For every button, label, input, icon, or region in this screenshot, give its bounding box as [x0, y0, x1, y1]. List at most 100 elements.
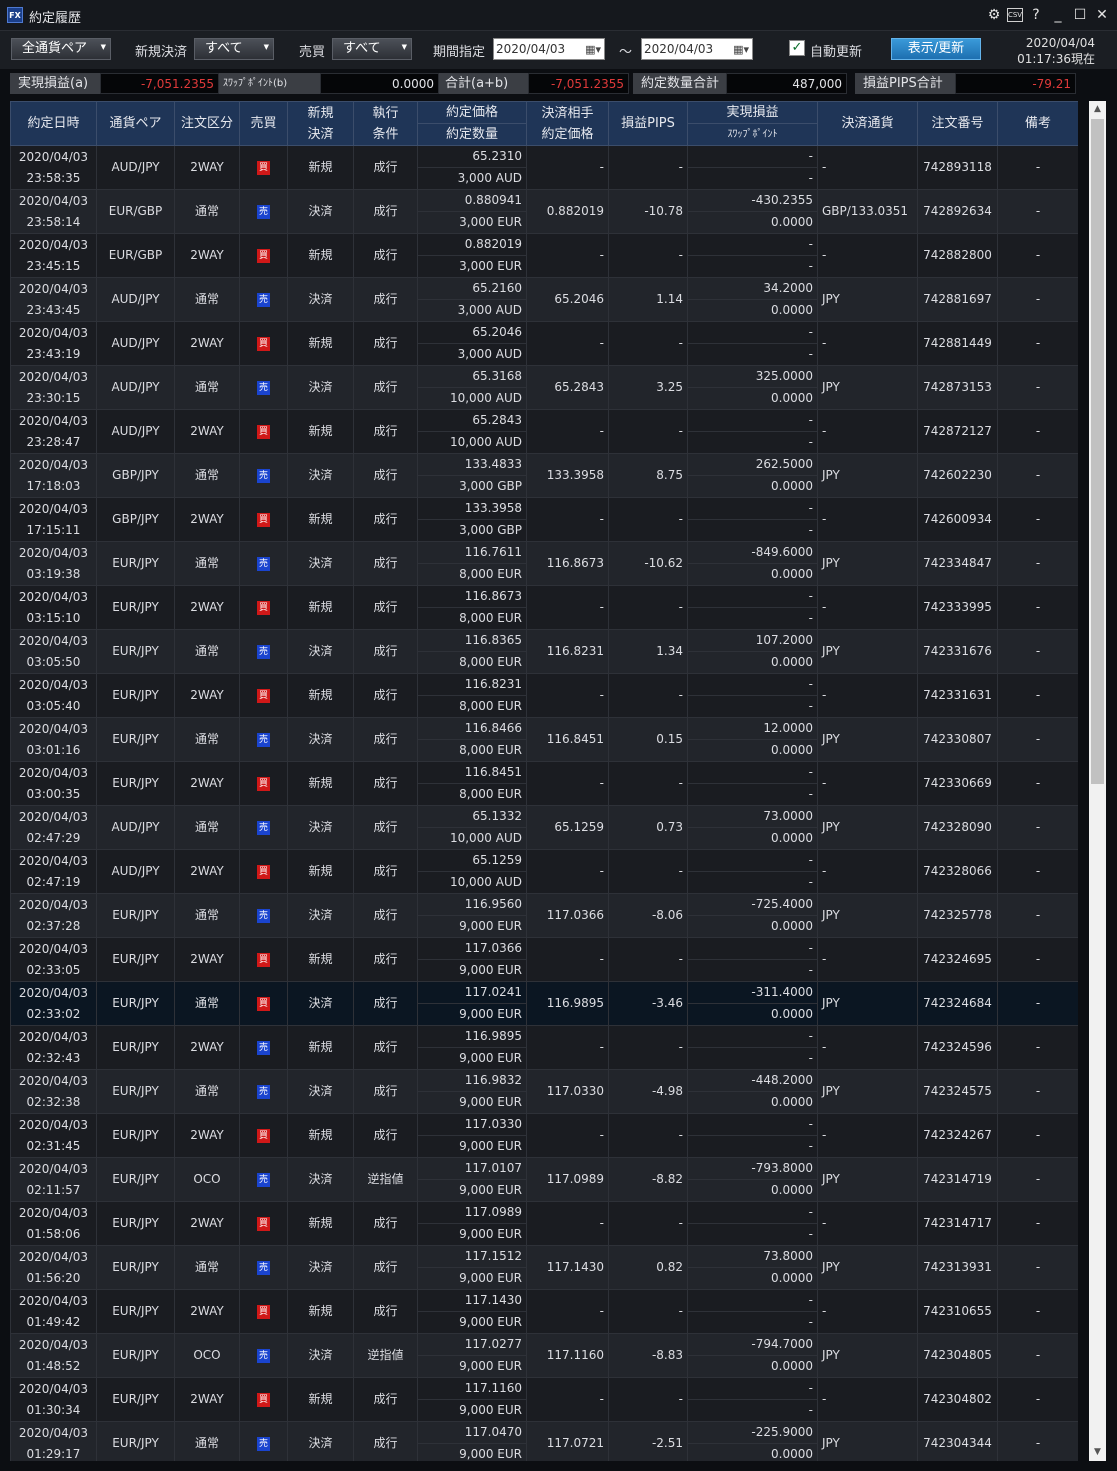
date-to-input[interactable]: 2020/04/03 ▦▾ [641, 38, 753, 60]
header-price-qty[interactable]: 約定価格 約定数量 [417, 101, 527, 146]
table-row[interactable]: 2020/04/03 02:33:05 EUR/JPY 2WAY 買 新規 成行 117.03… [10, 937, 1078, 982]
calendar-icon[interactable]: ▦▾ [733, 40, 749, 60]
side-cell: 買 [239, 981, 288, 1026]
table-row[interactable]: 2020/04/03 23:45:15 EUR/GBP 2WAY 買 新規 成行 0.8820… [10, 233, 1078, 278]
auto-refresh-checkbox[interactable]: ✓ [789, 40, 805, 56]
date-from-input[interactable]: 2020/04/03 ▦▾ [493, 38, 605, 60]
header-order-type[interactable]: 注文区分 [174, 101, 240, 146]
header-note[interactable]: 備考 [997, 101, 1078, 146]
table-row[interactable]: 2020/04/03 03:01:16 EUR/JPY 通常 売 決済 成行 116.8466… [10, 717, 1078, 762]
order-number-cell: 742331631 [917, 673, 998, 718]
header-datetime[interactable]: 約定日時 [10, 101, 97, 146]
trade-datetime-cell: 2020/04/03 01:49:42 [10, 1289, 97, 1334]
new-settle-dropdown[interactable]: すべて ▼ [194, 38, 274, 60]
new-settle-cell: 新規 [287, 585, 354, 630]
table-row[interactable]: 2020/04/03 23:28:47 AUD/JPY 2WAY 買 新規 成行 65.284… [10, 409, 1078, 454]
table-row[interactable]: 2020/04/03 03:05:40 EUR/JPY 2WAY 買 新規 成行 116.82… [10, 673, 1078, 718]
exec-condition-cell: 成行 [353, 1069, 418, 1114]
note-cell: - [997, 409, 1078, 454]
header-order-number[interactable]: 注文番号 [917, 101, 998, 146]
table-row[interactable]: 2020/04/03 02:47:19 AUD/JPY 2WAY 買 新規 成行 65.125… [10, 849, 1078, 894]
minimize-icon[interactable]: _ [1049, 5, 1067, 25]
table-row[interactable]: 2020/04/03 02:33:02 EUR/JPY 通常 買 決済 成行 117.0241… [10, 981, 1078, 1026]
table-row[interactable]: 2020/04/03 03:15:10 EUR/JPY 2WAY 買 新規 成行 116.86… [10, 585, 1078, 630]
currency-pair-dropdown[interactable]: 全通貨ペア ▼ [11, 38, 111, 60]
counterparty-price-cell: 117.0721 [526, 1421, 609, 1461]
table-row[interactable]: 2020/04/03 17:18:03 GBP/JPY 通常 売 決済 成行 133.4833… [10, 453, 1078, 498]
header-line: 条件 [372, 126, 399, 142]
trade-date: 2020/04/03 [18, 1337, 89, 1352]
table-row[interactable]: 2020/04/03 23:43:19 AUD/JPY 2WAY 買 新規 成行 65.204… [10, 321, 1078, 366]
scrollbar-thumb[interactable] [1091, 119, 1104, 784]
trade-price-cell: 117.0330 [417, 1113, 527, 1136]
trade-price-cell: 117.1160 [417, 1377, 527, 1400]
header-pips[interactable]: 損益PIPS [608, 101, 688, 146]
trade-quantity-cell: 10,000 AUD [417, 827, 527, 850]
counterparty-price-cell: - [526, 497, 609, 542]
table-row[interactable]: 2020/04/03 01:29:17 EUR/JPY 通常 売 決済 成行 117.0470… [10, 1421, 1078, 1461]
side-label: 売買 [299, 45, 326, 60]
table-row[interactable]: 2020/04/03 02:31:45 EUR/JPY 2WAY 買 新規 成行 117.03… [10, 1113, 1078, 1158]
trade-quantity-cell: 9,000 EUR [417, 915, 527, 938]
help-icon[interactable]: ? [1027, 5, 1045, 25]
vertical-scrollbar[interactable]: ▲ ▼ [1089, 101, 1106, 1461]
side-cell: 売 [239, 1421, 288, 1461]
trade-time: 17:18:03 [26, 478, 81, 493]
chevron-down-icon: ▼ [263, 43, 269, 51]
trade-price-cell: 117.0470 [417, 1421, 527, 1444]
table-row[interactable]: 2020/04/03 01:56:20 EUR/JPY 通常 売 決済 成行 117.1512… [10, 1245, 1078, 1290]
trade-quantity-cell: 3,000 AUD [417, 299, 527, 322]
exec-condition-cell: 成行 [353, 453, 418, 498]
table-row[interactable]: 2020/04/03 23:58:14 EUR/GBP 通常 売 決済 成行 0.880941… [10, 189, 1078, 234]
trade-datetime-cell: 2020/04/03 23:58:14 [10, 189, 97, 234]
side-dropdown[interactable]: すべて ▼ [332, 38, 412, 60]
table-row[interactable]: 2020/04/03 23:58:35 AUD/JPY 2WAY 買 新規 成行 65.231… [10, 145, 1078, 190]
pair-cell: EUR/JPY [96, 629, 175, 674]
order-type-cell: 通常 [174, 1421, 240, 1461]
table-row[interactable]: 2020/04/03 01:49:42 EUR/JPY 2WAY 買 新規 成行 117.14… [10, 1289, 1078, 1334]
table-row[interactable]: 2020/04/03 02:47:29 AUD/JPY 通常 売 決済 成行 65.1332 6… [10, 805, 1078, 850]
table-row[interactable]: 2020/04/03 03:00:35 EUR/JPY 2WAY 買 新規 成行 116.84… [10, 761, 1078, 806]
scroll-down-arrow-icon[interactable]: ▼ [1089, 1444, 1106, 1461]
trade-price-cell: 117.1430 [417, 1289, 527, 1312]
calendar-icon[interactable]: ▦▾ [585, 40, 601, 60]
maximize-icon[interactable]: ☐ [1071, 5, 1089, 25]
table-row[interactable]: 2020/04/03 23:43:45 AUD/JPY 通常 売 決済 成行 65.2160 6… [10, 277, 1078, 322]
close-icon[interactable]: ✕ [1093, 5, 1111, 25]
table-row[interactable]: 2020/04/03 02:32:43 EUR/JPY 2WAY 売 新規 成行 116.98… [10, 1025, 1078, 1070]
settings-icon[interactable]: ⚙ [985, 5, 1003, 25]
header-exec-condition[interactable]: 執行 条件 [353, 101, 418, 146]
header-pair[interactable]: 通貨ペア [96, 101, 175, 146]
table-row[interactable]: 2020/04/03 02:32:38 EUR/JPY 通常 売 決済 成行 116.9832… [10, 1069, 1078, 1114]
header-line: 新規 [307, 105, 334, 121]
buy-badge: 買 [257, 160, 270, 175]
table-row[interactable]: 2020/04/03 17:15:11 GBP/JPY 2WAY 買 新規 成行 133.39… [10, 497, 1078, 542]
trade-history-grid[interactable]: 約定日時 通貨ペア 注文区分 売買 新規 決済 執行 条件 約定価格 約定数量 決済相… [10, 101, 1078, 1461]
header-counterparty-price[interactable]: 決済相手 約定価格 [526, 101, 609, 146]
header-new-settle[interactable]: 新規 決済 [287, 101, 354, 146]
table-row[interactable]: 2020/04/03 02:11:57 EUR/JPY OCO 売 決済 逆指値 117.01… [10, 1157, 1078, 1202]
scroll-up-arrow-icon[interactable]: ▲ [1089, 101, 1106, 118]
trade-date: 2020/04/03 [18, 413, 89, 428]
trade-datetime-cell: 2020/04/03 02:32:43 [10, 1025, 97, 1070]
csv-export-icon[interactable]: CSV [1007, 8, 1023, 22]
table-row[interactable]: 2020/04/03 01:30:34 EUR/JPY 2WAY 買 新規 成行 117.11… [10, 1377, 1078, 1422]
table-row[interactable]: 2020/04/03 02:37:28 EUR/JPY 通常 売 決済 成行 116.9560… [10, 893, 1078, 938]
header-pl-swap[interactable]: 実現損益 ｽﾜｯﾌﾟﾎﾟｲﾝﾄ [687, 101, 818, 146]
auto-refresh-label: 自動更新 [810, 45, 863, 60]
table-row[interactable]: 2020/04/03 23:30:15 AUD/JPY 通常 売 決済 成行 65.3168 6… [10, 365, 1078, 410]
note-cell: - [997, 145, 1078, 190]
note-cell: - [997, 981, 1078, 1026]
table-row[interactable]: 2020/04/03 01:48:52 EUR/JPY OCO 売 決済 逆指値 117.02… [10, 1333, 1078, 1378]
header-settle-currency[interactable]: 決済通貨 [817, 101, 918, 146]
table-row[interactable]: 2020/04/03 03:05:50 EUR/JPY 通常 売 決済 成行 116.8365… [10, 629, 1078, 674]
realized-pl-cell: -311.4000 [687, 981, 818, 1004]
table-row[interactable]: 2020/04/03 01:58:06 EUR/JPY 2WAY 買 新規 成行 117.09… [10, 1201, 1078, 1246]
order-number-cell: 742328066 [917, 849, 998, 894]
current-date: 2020/04/04 [1025, 36, 1095, 50]
header-side[interactable]: 売買 [239, 101, 288, 146]
table-row[interactable]: 2020/04/03 03:19:38 EUR/JPY 通常 売 決済 成行 116.7611… [10, 541, 1078, 586]
display-refresh-button[interactable]: 表示/更新 [891, 38, 981, 60]
trade-quantity-cell: 9,000 EUR [417, 959, 527, 982]
trade-quantity-cell: 9,000 EUR [417, 1135, 527, 1158]
